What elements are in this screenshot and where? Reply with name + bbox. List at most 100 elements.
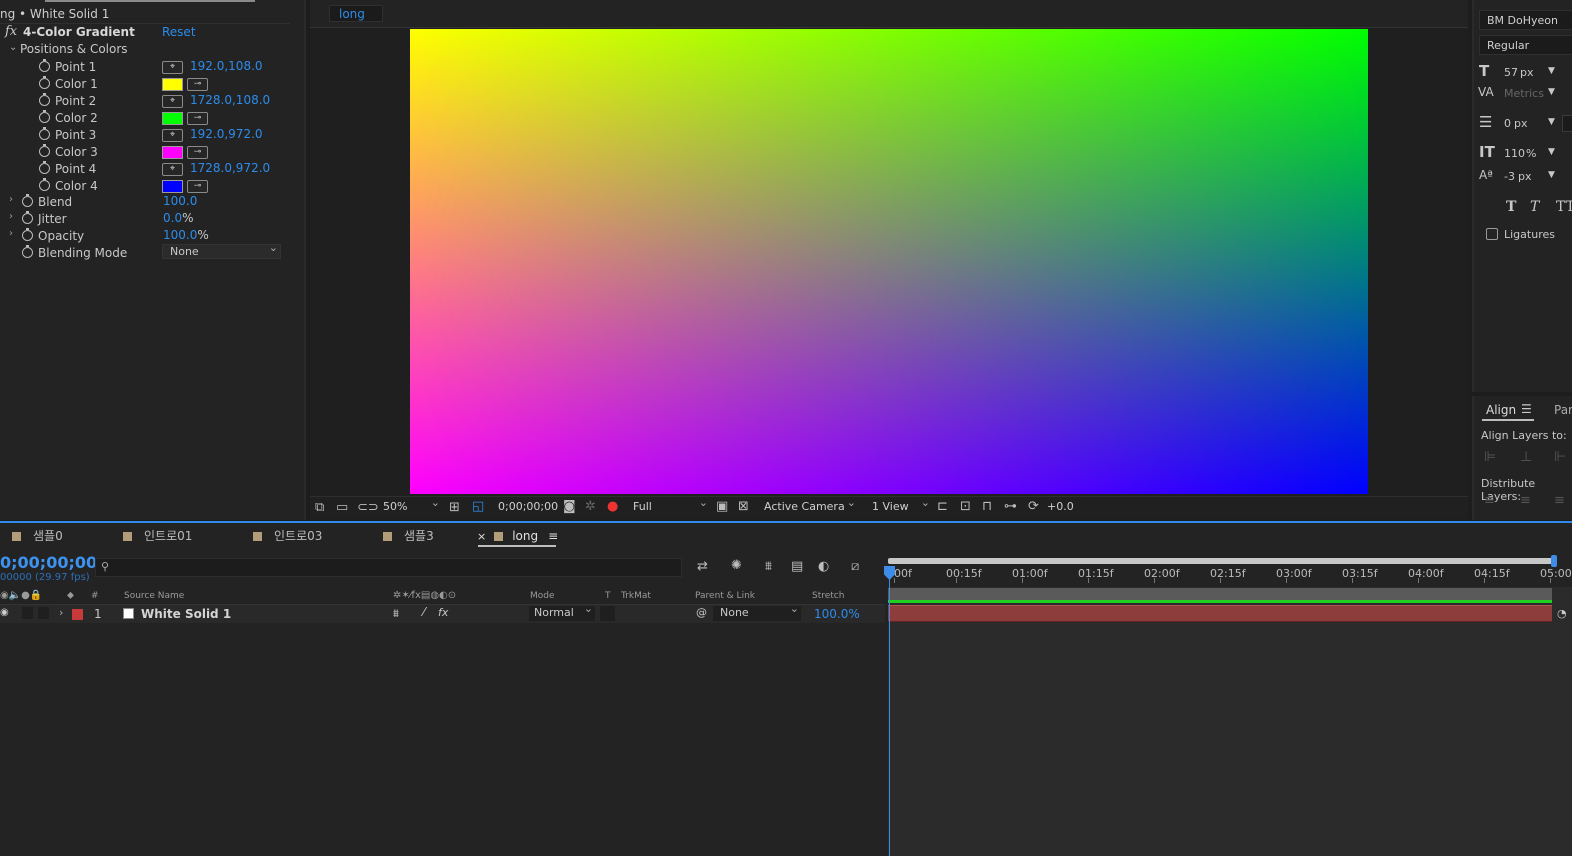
color-channels-icon[interactable]: ● bbox=[607, 500, 618, 513]
color-swatch[interactable] bbox=[162, 180, 183, 193]
color-swatch[interactable] bbox=[162, 146, 183, 159]
effect-name[interactable]: 4-Color Gradient bbox=[23, 25, 135, 39]
hide-shy-layers-icon[interactable]: ⩩ bbox=[765, 560, 772, 573]
vr-icon[interactable]: ⊂⊃ bbox=[357, 501, 379, 514]
faux-italic-icon[interactable]: T bbox=[1530, 199, 1539, 215]
layer-switch-box[interactable] bbox=[22, 607, 33, 619]
column-source-name[interactable]: Source Name bbox=[124, 590, 184, 602]
comp-tab-intro01[interactable]: 인트로01 bbox=[123, 527, 192, 545]
jitter-value[interactable]: 0.0 bbox=[163, 211, 182, 225]
font-family-field[interactable]: BM DoHyeon bbox=[1479, 10, 1572, 30]
pickwhip-icon[interactable]: @ bbox=[696, 606, 707, 619]
opacity-expand-icon[interactable]: › bbox=[9, 228, 13, 239]
baseline-shift-value[interactable]: -3 bbox=[1504, 170, 1515, 183]
eyedropper-icon[interactable]: ⊸ bbox=[187, 112, 208, 125]
leading-dropdown-icon[interactable]: ▼ bbox=[1548, 117, 1555, 127]
panel-menu-icon[interactable]: ≡ bbox=[548, 529, 558, 543]
fx-toggle-icon[interactable]: fx bbox=[5, 24, 17, 39]
stopwatch-icon[interactable] bbox=[39, 110, 50, 123]
font-size-value[interactable]: 57 bbox=[1504, 66, 1518, 79]
align-right-icon[interactable]: ⊩ bbox=[1554, 449, 1566, 465]
timeline-current-time[interactable]: 0;00;00;00 bbox=[0, 553, 97, 572]
monitor-icon[interactable]: ▭ bbox=[336, 501, 348, 514]
zoom-select[interactable]: 50% bbox=[380, 494, 442, 516]
viewer-comp-tab[interactable]: long bbox=[329, 5, 383, 22]
grid-guide-icon[interactable]: ⊞ bbox=[449, 501, 460, 514]
layer-name[interactable]: White Solid 1 bbox=[141, 607, 231, 621]
color-swatch[interactable] bbox=[162, 112, 183, 125]
crosshair-icon[interactable]: ⌖ bbox=[162, 129, 183, 142]
opacity-value[interactable]: 100.0 bbox=[163, 228, 197, 242]
effects-switch-icon[interactable]: fx bbox=[438, 606, 448, 619]
jitter-field[interactable]: 0.0% bbox=[163, 211, 194, 225]
always-preview-icon[interactable]: ⧉ bbox=[315, 501, 324, 514]
font-style-field[interactable]: Regular bbox=[1479, 35, 1572, 55]
kerning-value[interactable]: Metrics bbox=[1504, 87, 1544, 100]
stopwatch-icon[interactable] bbox=[22, 211, 33, 224]
camera-select[interactable]: Active Camera bbox=[760, 494, 858, 516]
vertical-scale-value[interactable]: 110 bbox=[1504, 147, 1525, 160]
baseline-dropdown-icon[interactable]: ▼ bbox=[1548, 170, 1555, 180]
work-area-bar[interactable] bbox=[888, 558, 1554, 564]
stopwatch-icon[interactable] bbox=[22, 245, 33, 258]
color-swatch[interactable] bbox=[162, 78, 183, 91]
jitter-expand-icon[interactable]: › bbox=[9, 211, 13, 222]
point-value[interactable]: 192.0,108.0 bbox=[190, 59, 263, 73]
trkmat-box[interactable] bbox=[600, 606, 615, 621]
stopwatch-icon[interactable] bbox=[39, 127, 50, 140]
distribute-top-icon[interactable]: ≡ bbox=[1484, 493, 1495, 508]
distribute-center-icon[interactable]: ≡ bbox=[1520, 493, 1531, 508]
stopwatch-icon[interactable] bbox=[39, 161, 50, 174]
faux-bold-icon[interactable]: T bbox=[1506, 199, 1516, 215]
show-snapshot-icon[interactable]: ✲ bbox=[585, 500, 596, 513]
snapshot-camera-icon[interactable]: ◙ bbox=[563, 500, 576, 513]
stopwatch-icon[interactable] bbox=[39, 76, 50, 89]
blending-mode-select[interactable]: None bbox=[162, 241, 281, 259]
kerning-dropdown-icon[interactable]: ▼ bbox=[1548, 87, 1555, 97]
comp-tab-sample3[interactable]: 샘플3 bbox=[383, 527, 434, 545]
region-of-interest-icon[interactable]: ▣ bbox=[716, 500, 728, 513]
graph-editor-icon[interactable]: ⧄ bbox=[851, 560, 859, 573]
opacity-field[interactable]: 100.0% bbox=[163, 228, 209, 242]
draft-3d-icon[interactable]: ✺ bbox=[731, 559, 742, 572]
align-menu-icon[interactable]: ☰ bbox=[1521, 402, 1532, 416]
fast-previews-icon[interactable]: ⊡ bbox=[960, 500, 971, 513]
video-switch-icon[interactable]: ◉ bbox=[0, 607, 9, 618]
exposure-value[interactable]: +0.0 bbox=[1047, 498, 1074, 516]
layer-duration-bar[interactable] bbox=[888, 605, 1552, 622]
comp-tab-sample0[interactable]: 샘플0 bbox=[12, 527, 63, 545]
crosshair-icon[interactable]: ⌖ bbox=[162, 61, 183, 74]
leading-value[interactable]: 0 bbox=[1504, 117, 1511, 130]
viewer-timecode[interactable]: 0;00;00;00 bbox=[498, 498, 558, 516]
stretch-value[interactable]: 100.0% bbox=[814, 607, 860, 621]
stopwatch-icon[interactable] bbox=[39, 93, 50, 106]
comp-mini-flowchart-icon[interactable]: ⇄ bbox=[697, 560, 708, 573]
align-left-icon[interactable]: ⊫ bbox=[1484, 449, 1496, 465]
distribute-bottom-icon[interactable]: ≡ bbox=[1554, 493, 1565, 508]
paragraph-tab[interactable]: Par bbox=[1554, 403, 1572, 417]
layer-mode-select[interactable]: Normal bbox=[529, 602, 595, 621]
stopwatch-icon[interactable] bbox=[39, 59, 50, 72]
all-caps-icon[interactable]: TT bbox=[1556, 199, 1572, 215]
frame-blending-icon[interactable]: ▤ bbox=[791, 560, 803, 573]
stopwatch-icon[interactable] bbox=[22, 228, 33, 241]
shy-switch-icon[interactable]: ⩩ bbox=[393, 607, 399, 621]
ligatures-checkbox[interactable] bbox=[1486, 228, 1498, 240]
reset-button[interactable]: Reset bbox=[162, 25, 196, 39]
layer-expand-icon[interactable]: › bbox=[59, 606, 63, 619]
layer-switch-box[interactable] bbox=[38, 607, 49, 619]
work-area-end-handle[interactable] bbox=[1551, 555, 1557, 567]
point-value[interactable]: 1728.0,972.0 bbox=[190, 161, 270, 175]
group-chevron-icon[interactable]: ⌄ bbox=[9, 42, 17, 53]
transparency-grid-icon[interactable]: ⊠ bbox=[738, 500, 749, 513]
stopwatch-icon[interactable] bbox=[39, 178, 50, 191]
point-value[interactable]: 1728.0,108.0 bbox=[190, 93, 270, 107]
eyedropper-icon[interactable]: ⊸ bbox=[187, 78, 208, 91]
align-tab[interactable]: Align bbox=[1486, 403, 1516, 417]
layer-label-color[interactable] bbox=[72, 609, 83, 620]
stopwatch-icon[interactable] bbox=[22, 194, 33, 207]
close-icon[interactable]: × bbox=[477, 530, 486, 543]
parent-select[interactable]: None bbox=[713, 602, 801, 621]
point-value[interactable]: 192.0,972.0 bbox=[190, 127, 263, 141]
crosshair-icon[interactable]: ⌖ bbox=[162, 95, 183, 108]
